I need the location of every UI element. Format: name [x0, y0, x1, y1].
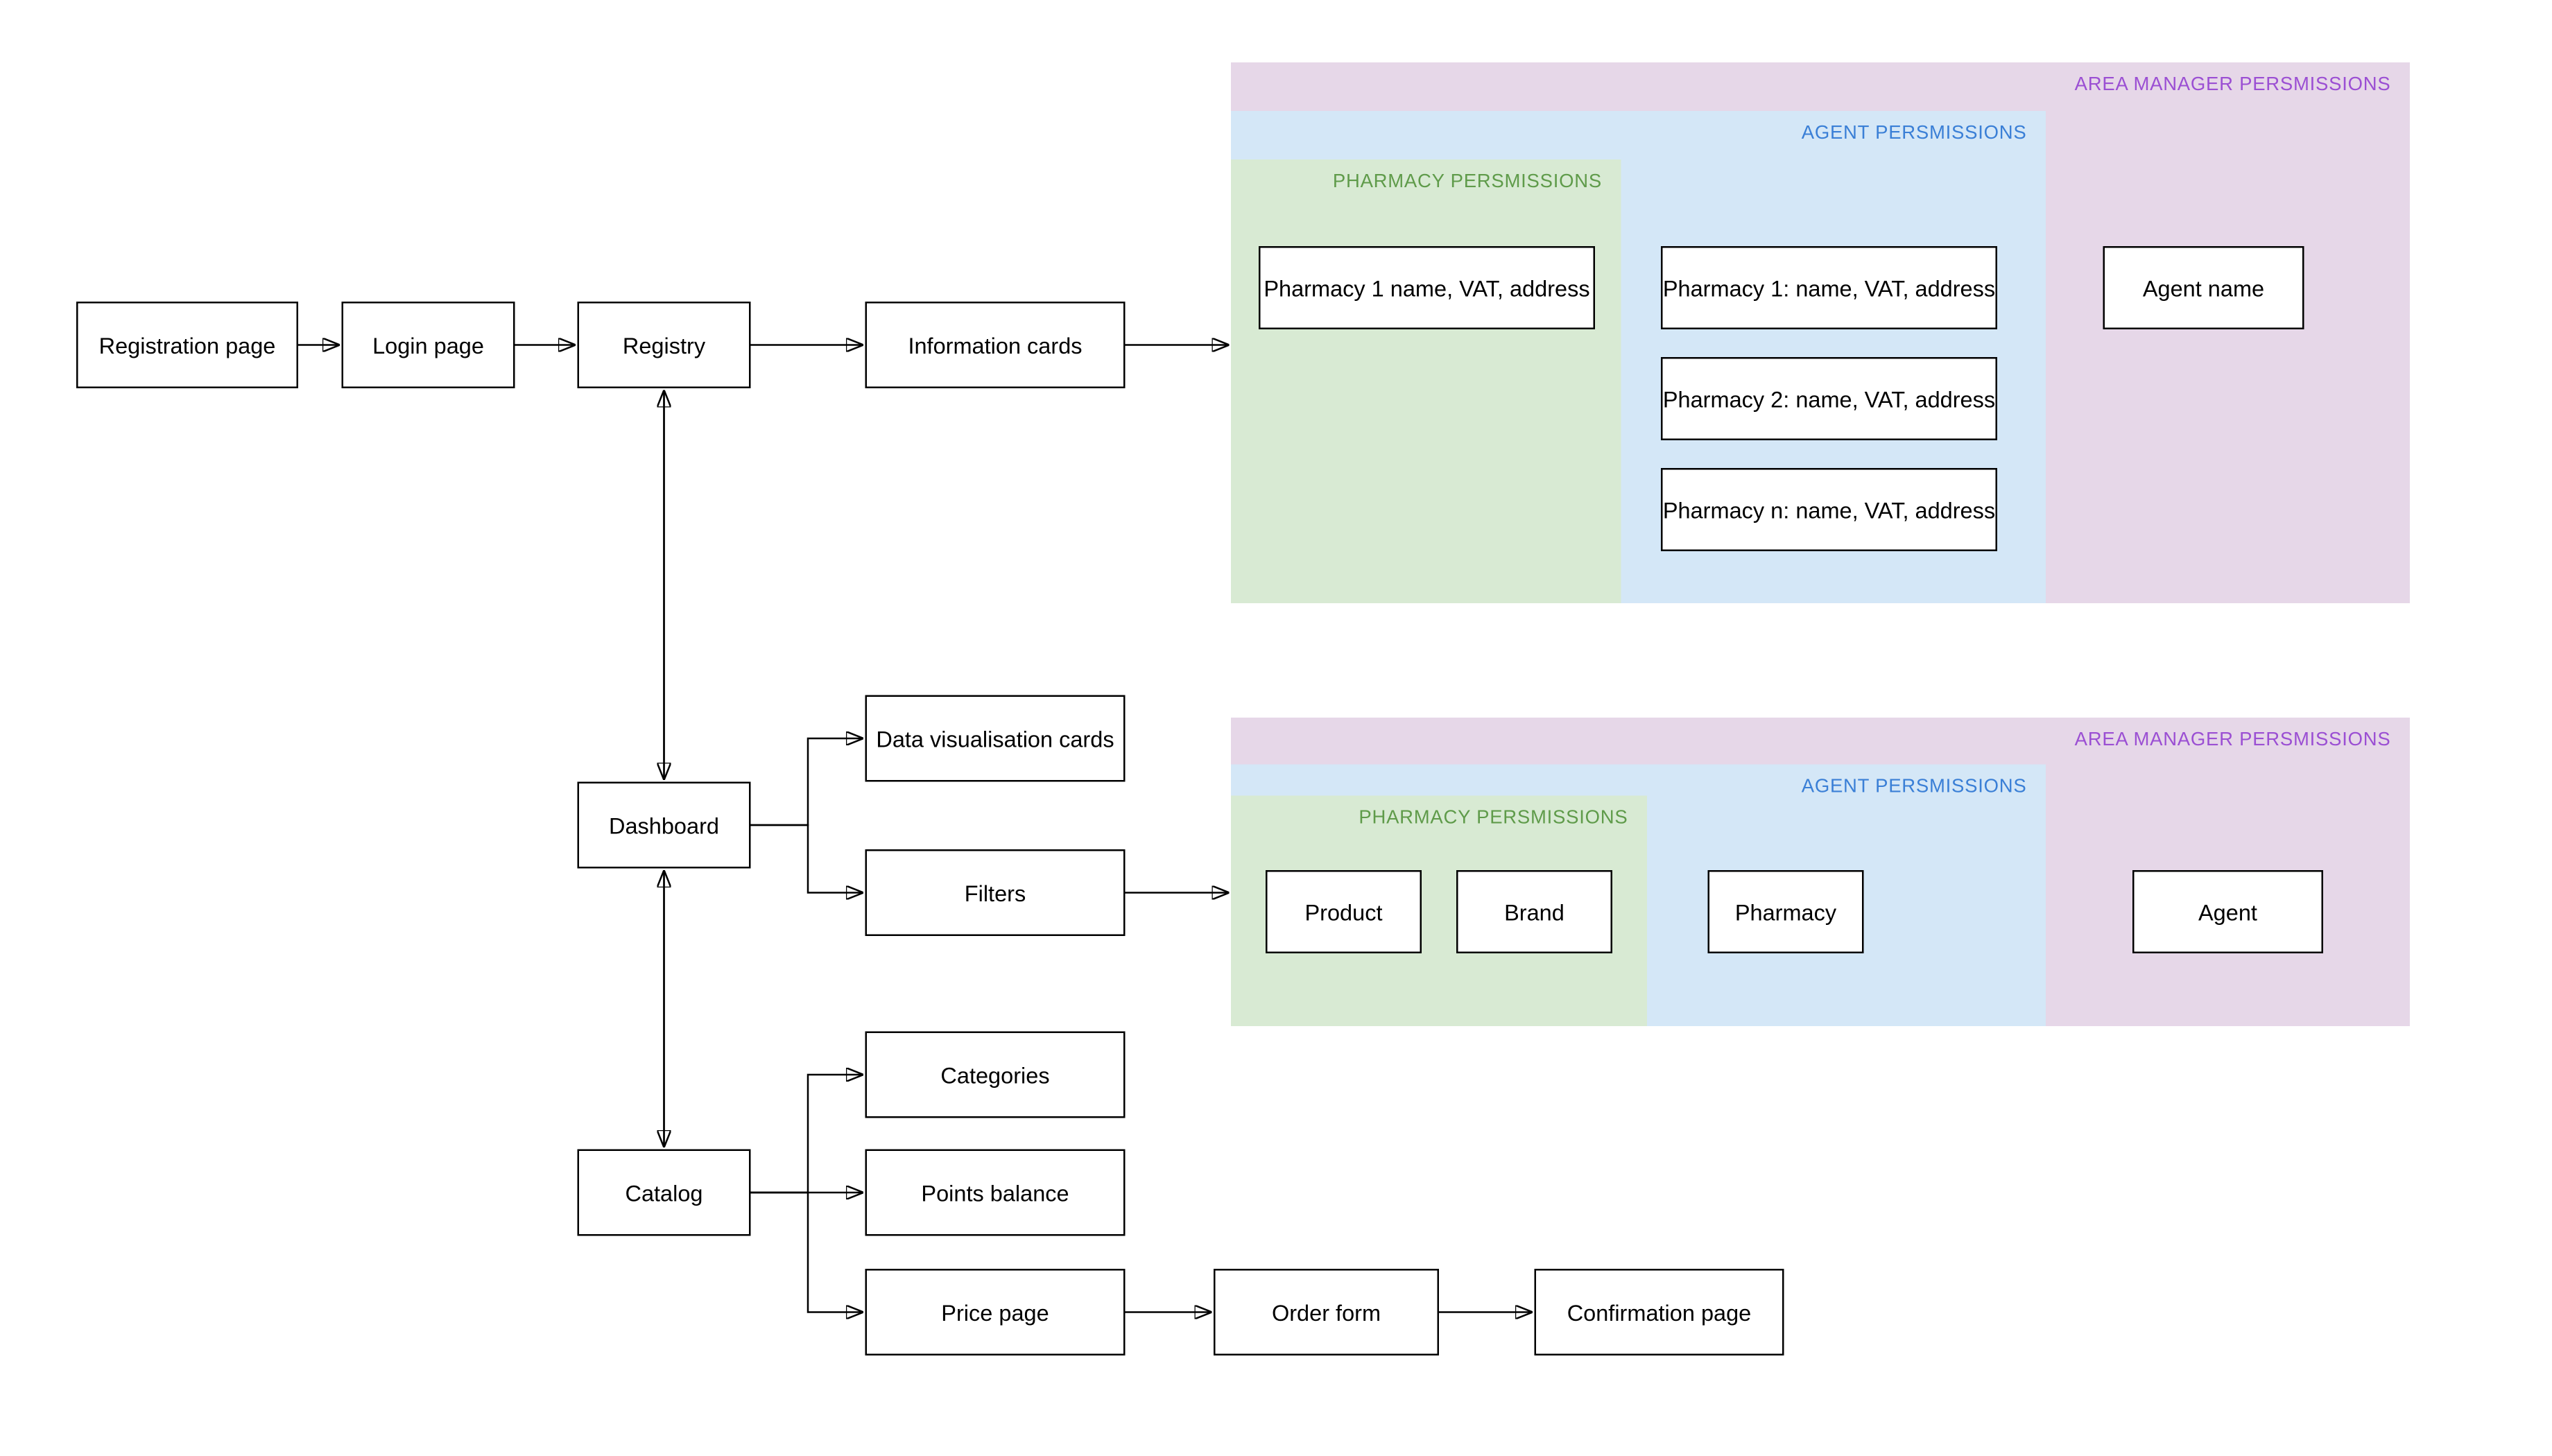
node-confirmation-page: Confirmation page	[1535, 1269, 1784, 1355]
node-filters: Filters	[865, 849, 1126, 936]
card-agent-pharmacy2: Pharmacy 2: name, VAT, address	[1661, 357, 1997, 440]
zone-label-area-bottom: AREA MANAGER PERSMISSIONS	[2075, 730, 2391, 751]
node-price-page: Price page	[865, 1269, 1126, 1355]
card-agent-name: Agent name	[2103, 246, 2304, 329]
node-login: Login page	[342, 302, 515, 388]
node-points-balance: Points balance	[865, 1150, 1126, 1236]
zone-label-agent-top: AGENT PERSMISSIONS	[1802, 123, 2027, 144]
flowchart-canvas: Registration page Login page Registry In…	[0, 0, 2552, 1456]
zone-label-pharmacy-top: PHARMACY PERSMISSIONS	[1333, 172, 1602, 193]
node-dashboard: Dashboard	[578, 782, 751, 869]
node-categories: Categories	[865, 1032, 1126, 1118]
card-filter-product: Product	[1266, 870, 1422, 953]
zone-pharmacy-top: PHARMACY PERSMISSIONS	[1231, 159, 1621, 603]
node-information-cards: Information cards	[865, 302, 1126, 388]
zone-label-pharmacy-bottom: PHARMACY PERSMISSIONS	[1359, 808, 1628, 829]
zone-label-agent-bottom: AGENT PERSMISSIONS	[1802, 777, 2027, 797]
card-filter-agent: Agent	[2132, 870, 2323, 953]
card-filter-pharmacy: Pharmacy	[1708, 870, 1864, 953]
card-agent-pharmacyn: Pharmacy n: name, VAT, address	[1661, 468, 1997, 551]
card-filter-brand: Brand	[1456, 870, 1612, 953]
card-agent-pharmacy1: Pharmacy 1: name, VAT, address	[1661, 246, 1997, 329]
zone-label-area-top: AREA MANAGER PERSMISSIONS	[2075, 75, 2391, 96]
card-pharmacy1-info: Pharmacy 1 name, VAT, address	[1259, 246, 1595, 329]
node-registration: Registration page	[76, 302, 298, 388]
node-registry: Registry	[578, 302, 751, 388]
node-catalog: Catalog	[578, 1150, 751, 1236]
node-order-form: Order form	[1214, 1269, 1439, 1355]
node-data-vis-cards: Data visualisation cards	[865, 695, 1126, 782]
